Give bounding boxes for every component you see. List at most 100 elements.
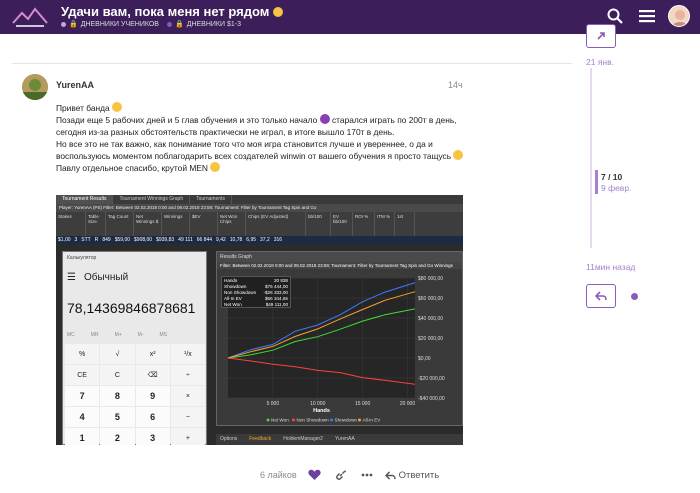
tab-tournament-results[interactable]: Tournament Results [56, 195, 114, 204]
category-students[interactable]: 🔒 ДНЕВНИКИ УЧЕНИКОВ [61, 20, 159, 28]
feedback-link[interactable]: Feedback [249, 436, 271, 443]
calculator-mode-label: Обычный [83, 272, 129, 283]
table-cell: 849 [102, 237, 111, 243]
calc-key[interactable]: 6 [135, 407, 170, 427]
calc-key[interactable]: ÷ [170, 365, 205, 385]
calculator-memory-row: MC MR M+ M- MS [67, 332, 167, 338]
topic-title-text[interactable]: Удачи вам, пока меня нет рядом [61, 4, 269, 19]
column-header: EV bb/100 [331, 212, 353, 236]
sweat-emoji-icon [453, 150, 464, 160]
options-button[interactable]: Options [220, 436, 237, 443]
calc-key[interactable]: 3 [135, 428, 170, 445]
lock-icon: 🔒 [69, 21, 78, 28]
timeline-jump-top-button[interactable] [586, 24, 616, 48]
timeline-last-activity[interactable]: 11мин назад [586, 262, 635, 272]
calc-key[interactable]: × [170, 386, 205, 406]
taskbar-item[interactable]: HoldemManager2 [283, 436, 323, 443]
hm-filter-bar: Player: YurenAA (PS) Filter: Between 02.… [56, 204, 463, 212]
results-graph-window: Results Graph Filter: Between 02.02.2018… [216, 251, 463, 426]
calc-key[interactable]: % [65, 344, 100, 364]
category-1-3-label: ДНЕВНИКИ $1-3 [186, 20, 241, 28]
post-author-name[interactable]: YurenAA [56, 80, 94, 90]
calc-key[interactable]: ⌫ [135, 365, 170, 385]
table-cell: $1,00 [58, 237, 71, 243]
stat-label: Showdown [224, 283, 247, 289]
x-tick-label: 10 000 [310, 401, 326, 407]
stat-value: $66 344,65 [265, 295, 288, 301]
more-options-icon[interactable] [359, 467, 375, 483]
reply-button[interactable]: Ответить [384, 469, 440, 481]
calc-key[interactable]: 8 [100, 386, 135, 406]
column-header: Chips (EV Adjusted) [246, 212, 306, 236]
legend-label: All-In EV [363, 418, 382, 423]
sunglasses-emoji-icon [210, 162, 221, 172]
column-header: Net Winnings $ [134, 212, 162, 236]
table-cell: $908,00 [134, 237, 153, 243]
calculator-display: 78,14369846878681 [67, 300, 196, 316]
tab-tournaments[interactable]: Tournaments [190, 195, 233, 204]
memory-key[interactable]: M- [138, 332, 144, 338]
tab-winnings-graph[interactable]: Tournament Winnings Graph [113, 195, 191, 204]
calc-key[interactable]: CE [65, 365, 100, 385]
column-header: ROI % [353, 212, 375, 236]
hamburger-icon[interactable] [636, 5, 658, 27]
calc-key[interactable]: C [100, 365, 135, 385]
memory-key[interactable]: M+ [115, 332, 122, 338]
calc-key[interactable]: ¹/x [170, 344, 205, 364]
category-dot-icon [61, 21, 66, 27]
post-image[interactable]: Tournament Results Tournament Winnings G… [56, 195, 463, 445]
stat-label: Net Won [224, 301, 242, 307]
timeline-reply-button[interactable] [586, 284, 616, 308]
previous-post-footer [12, 34, 572, 64]
user-avatar[interactable] [668, 5, 690, 27]
heart-icon[interactable] [307, 467, 323, 483]
link-icon[interactable] [333, 467, 349, 483]
graph-filter: Filter: Between 02.02.2018 0:00 and 08.0… [217, 262, 462, 269]
column-header: Net Won Chips [218, 212, 246, 236]
y-tick-label: -$20 000,00 [418, 376, 445, 382]
topic-title[interactable]: Удачи вам, пока меня нет рядом [61, 4, 284, 19]
calc-key[interactable]: − [170, 407, 205, 427]
calculator-window: Калькулятор ☰ Обычный 78,14369846878681 … [62, 251, 207, 445]
post-body: Привет банда Позади еще 5 рабочих дней и… [56, 102, 466, 174]
header-icons [604, 5, 690, 27]
calculator-mode: ☰ Обычный [67, 272, 128, 283]
memory-key[interactable]: MS [160, 332, 168, 338]
post-text: Павлу отдельное спасибо, крутой MEN [56, 163, 208, 173]
category-1-3[interactable]: 🔒 ДНЕВНИКИ $1-3 [166, 20, 241, 28]
calc-key[interactable]: x² [135, 344, 170, 364]
y-tick-label: $60 000,00 [418, 296, 443, 302]
stat-row: Net Won $49 111,00 [222, 301, 290, 307]
column-header: Winnings [162, 212, 190, 236]
calc-key[interactable]: √ [100, 344, 135, 364]
calc-key[interactable]: 2 [100, 428, 135, 445]
timeline-track[interactable] [590, 68, 592, 248]
timeline-start-date[interactable]: 21 янв. [586, 57, 614, 67]
post-date[interactable]: 14ч [448, 80, 463, 90]
memory-key[interactable]: MC [67, 332, 75, 338]
y-tick-label: $0,00 [418, 356, 431, 362]
calc-key[interactable]: 9 [135, 386, 170, 406]
table-cell: 316 [273, 237, 283, 243]
table-row[interactable]: $1,00 3 STT R 849 $59,00 $908,00 $939,83… [56, 236, 463, 244]
table-cell: $59,00 [114, 237, 131, 243]
x-tick-label: 20 000 [400, 401, 416, 407]
calc-key[interactable]: 4 [65, 407, 100, 427]
x-tick-label: 15 000 [355, 401, 371, 407]
taskbar-item[interactable]: YurenAA [335, 436, 355, 443]
column-header: Table Size [86, 212, 106, 236]
unread-indicator-dot [631, 293, 638, 300]
calc-key[interactable]: 7 [65, 386, 100, 406]
hamburger-icon[interactable]: ☰ [67, 272, 76, 283]
calc-key[interactable]: + [170, 428, 205, 445]
reply-label: Ответить [398, 469, 440, 481]
site-logo[interactable] [12, 5, 48, 29]
likes-count[interactable]: 6 лайков [260, 470, 297, 480]
calc-key[interactable]: 5 [100, 407, 135, 427]
memory-key[interactable]: MR [91, 332, 99, 338]
stat-label: Hands [224, 277, 238, 283]
calc-key[interactable]: 1 [65, 428, 100, 445]
reply-icon [595, 291, 607, 301]
timeline-handle[interactable] [595, 170, 598, 194]
author-avatar[interactable] [22, 74, 48, 100]
